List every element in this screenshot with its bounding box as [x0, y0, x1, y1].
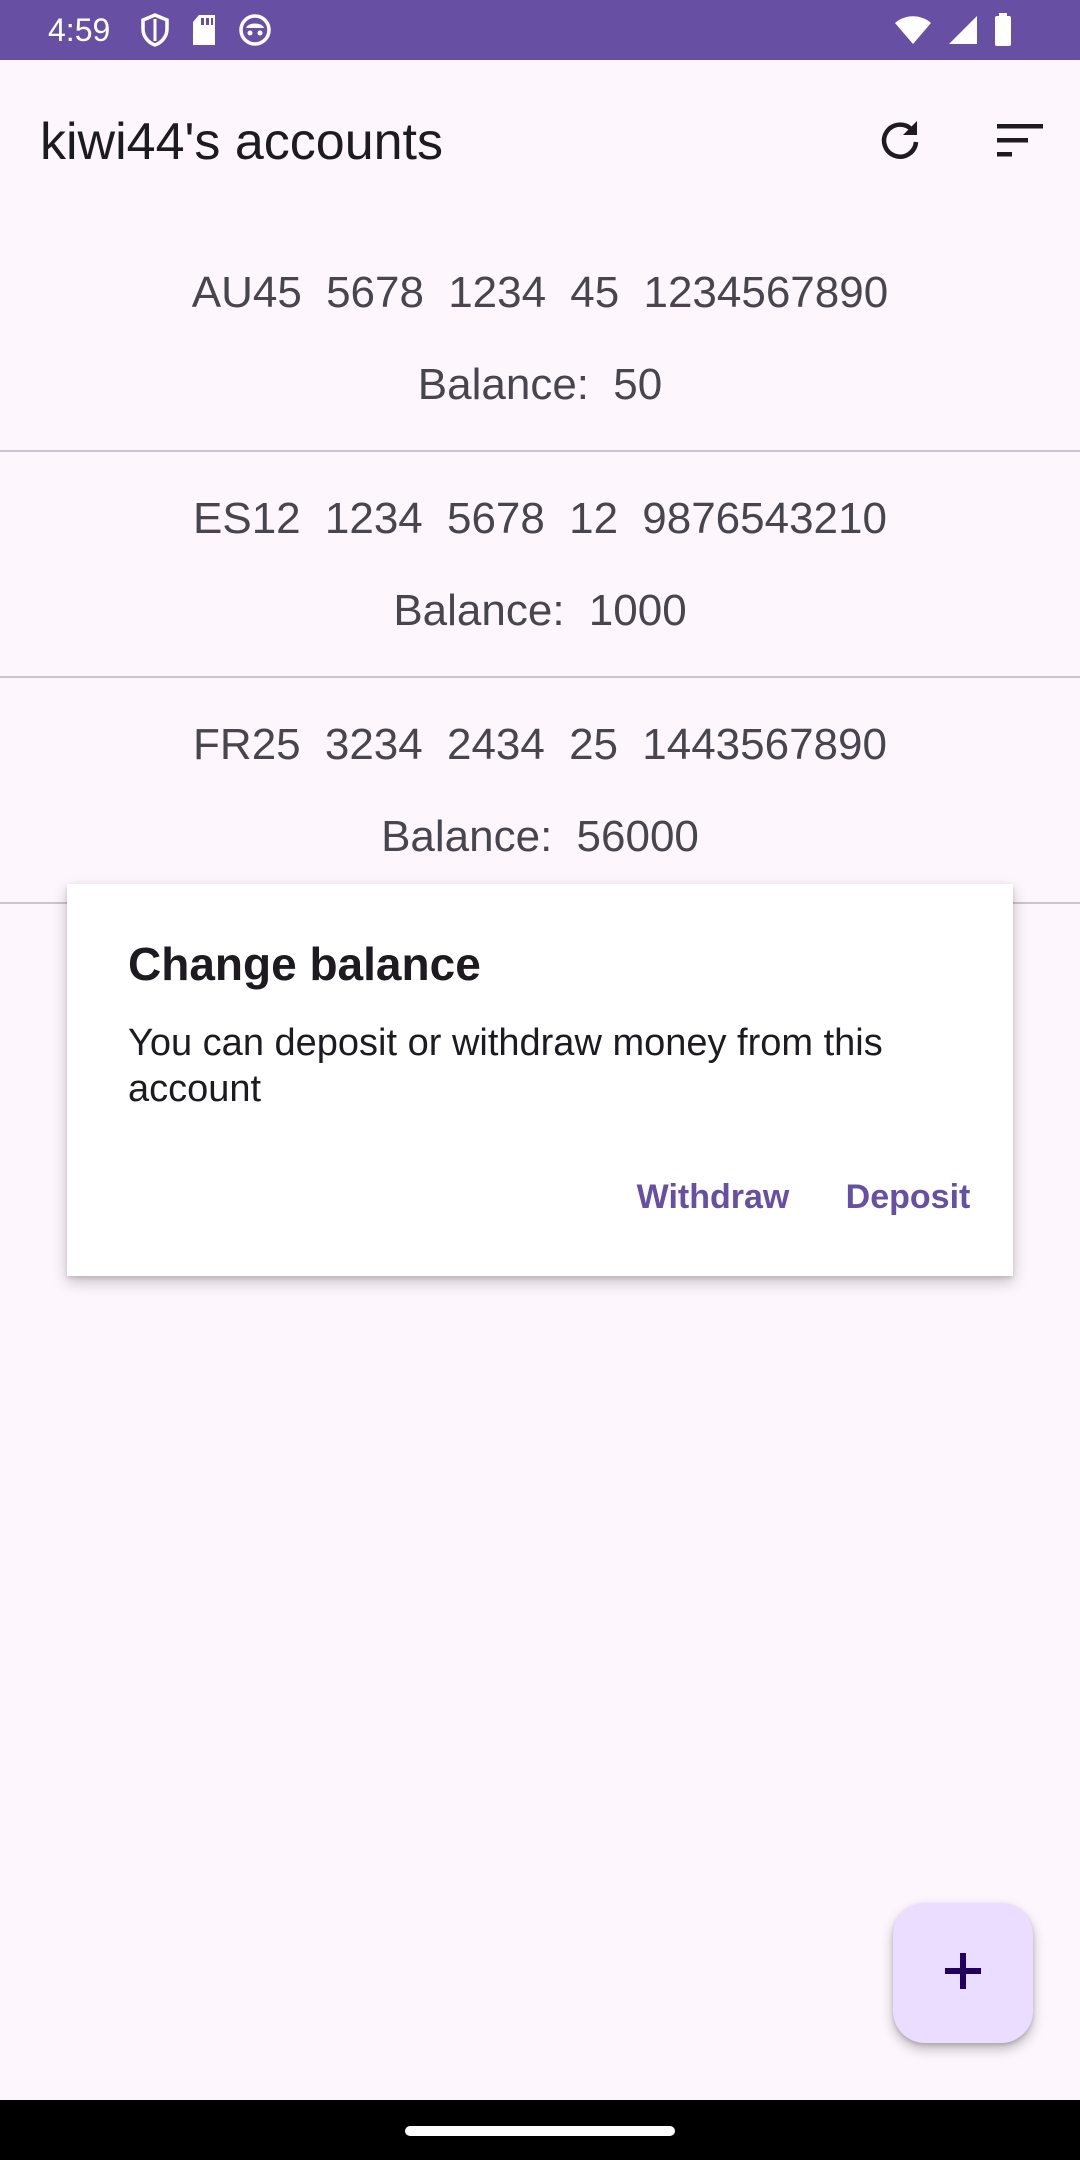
plus-icon	[943, 1951, 983, 1996]
refresh-icon	[876, 116, 924, 169]
status-bar: 4:59	[0, 0, 1080, 60]
deposit-button[interactable]: Deposit	[824, 1164, 992, 1230]
sort-button[interactable]	[984, 106, 1056, 178]
account-item[interactable]: FR25 3234 2434 25 1443567890 Balance: 56…	[0, 678, 1080, 904]
account-balance-row: Balance: 50	[0, 358, 1080, 412]
signal-icon	[948, 15, 978, 45]
wifi-icon	[894, 15, 932, 45]
status-right-icons	[894, 12, 1012, 48]
withdraw-button[interactable]: Withdraw	[608, 1164, 818, 1230]
navigation-bar	[0, 2100, 1080, 2160]
change-balance-dialog: Change balance You can deposit or withdr…	[67, 884, 1013, 1276]
account-iban: FR25 3234 2434 25 1443567890	[193, 720, 887, 769]
account-item[interactable]: ES12 1234 5678 12 9876543210 Balance: 10…	[0, 452, 1080, 678]
shield-icon	[140, 13, 170, 47]
dialog-message: You can deposit or withdraw money from t…	[128, 1022, 883, 1110]
refresh-button[interactable]	[864, 106, 936, 178]
account-list: AU45 5678 1234 45 1234567890 Balance: 50…	[0, 226, 1080, 904]
screen: 4:59 kiwi44's accounts AU45 5678 1234 45…	[0, 0, 1080, 2160]
balance-value: 56000	[576, 812, 699, 861]
account-balance-row: Balance: 56000	[0, 810, 1080, 864]
balance-label: Balance:	[381, 812, 553, 861]
account-item[interactable]: AU45 5678 1234 45 1234567890 Balance: 50	[0, 226, 1080, 452]
status-time: 4:59	[48, 12, 111, 48]
battery-icon	[994, 13, 1012, 47]
account-balance-row: Balance: 1000	[0, 584, 1080, 638]
balance-label: Balance:	[393, 586, 565, 635]
balance-value: 50	[613, 360, 663, 409]
robot-face-icon	[238, 13, 272, 47]
balance-value: 1000	[588, 586, 687, 635]
home-indicator[interactable]	[405, 2126, 675, 2136]
dialog-title: Change balance	[128, 938, 481, 990]
status-left-icons	[140, 12, 272, 48]
app-bar: kiwi44's accounts	[0, 60, 1080, 226]
page-title: kiwi44's accounts	[40, 113, 443, 171]
balance-label: Balance:	[417, 360, 590, 409]
sd-card-icon	[190, 13, 218, 47]
add-account-button[interactable]	[893, 1903, 1033, 2043]
account-iban: AU45 5678 1234 45 1234567890	[191, 268, 889, 317]
sort-icon	[996, 120, 1044, 165]
account-iban: ES12 1234 5678 12 9876543210	[193, 494, 887, 543]
